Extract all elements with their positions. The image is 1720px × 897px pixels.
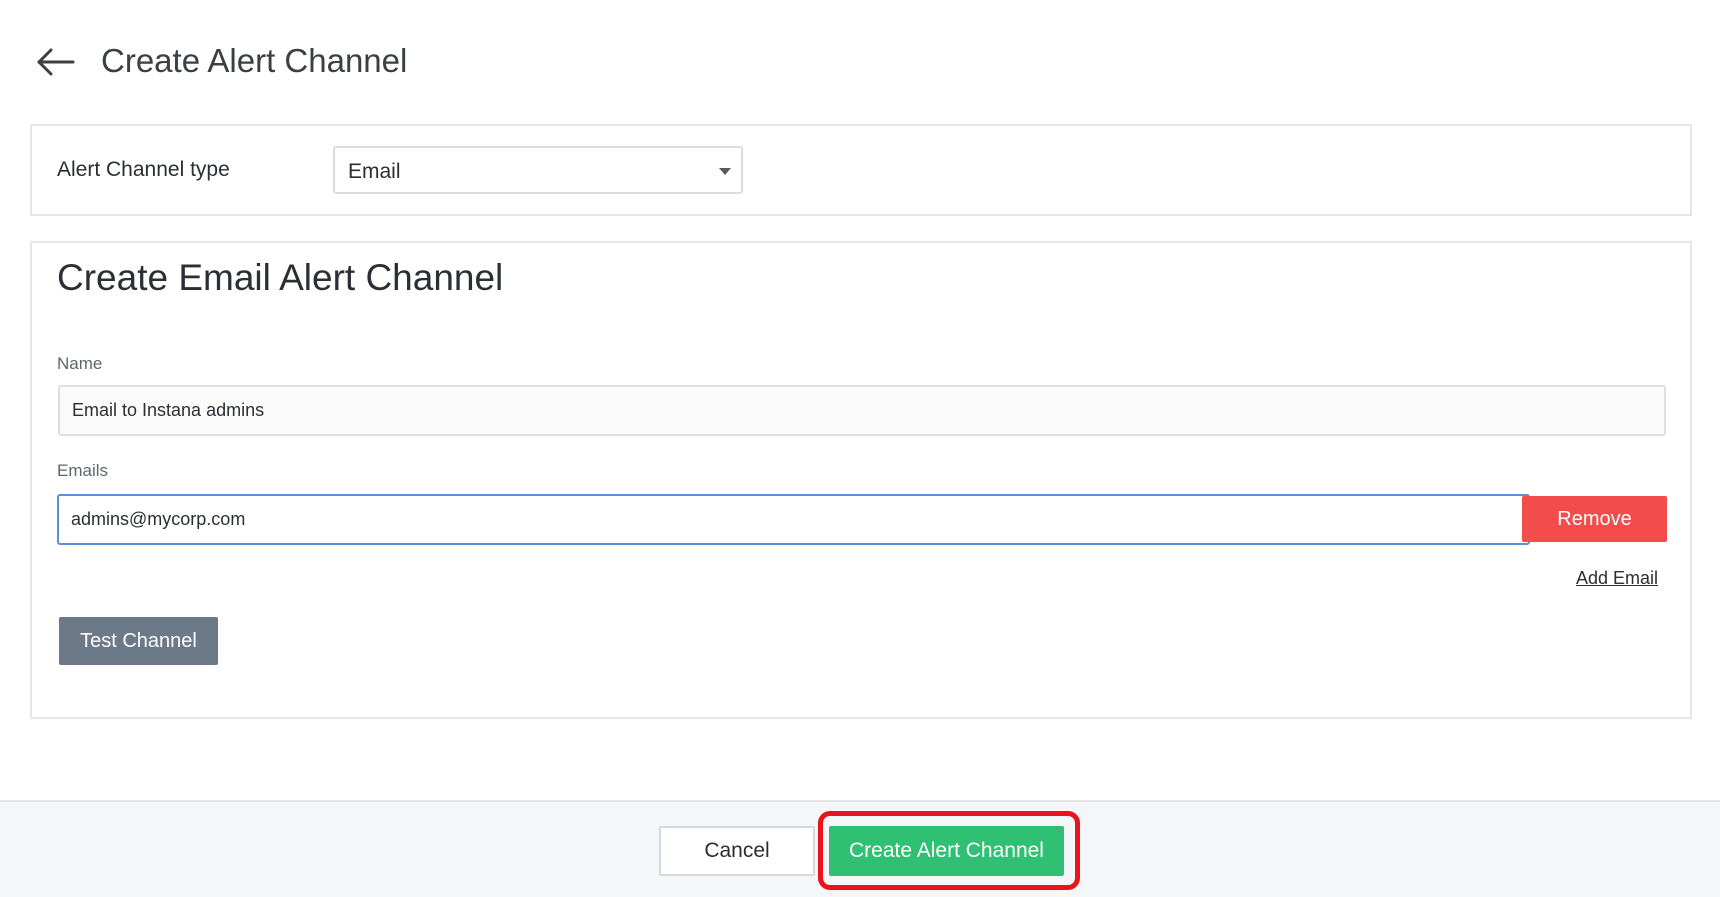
remove-email-button[interactable]: Remove <box>1522 496 1667 542</box>
name-label: Name <box>57 354 103 373</box>
add-email-link[interactable]: Add Email <box>1576 568 1658 589</box>
alert-channel-type-select[interactable]: Email <box>333 146 743 194</box>
name-input[interactable] <box>58 385 1666 436</box>
email-input[interactable] <box>57 494 1530 545</box>
create-alert-channel-button[interactable]: Create Alert Channel <box>829 826 1064 876</box>
alert-channel-type-label: Alert Channel type <box>57 158 230 181</box>
test-channel-button[interactable]: Test Channel <box>59 617 218 665</box>
alert-channel-type-value: Email <box>348 160 401 183</box>
cancel-button[interactable]: Cancel <box>659 826 815 876</box>
alert-channel-type-panel: Alert Channel type Email <box>30 124 1692 216</box>
back-button[interactable] <box>30 40 80 84</box>
footer-bar: Cancel Create Alert Channel <box>0 800 1720 897</box>
form-title: Create Email Alert Channel <box>57 257 504 298</box>
page-title: Create Alert Channel <box>101 42 408 79</box>
page-header: Create Alert Channel <box>0 0 1720 120</box>
caret-down-icon <box>719 168 731 175</box>
emails-label: Emails <box>57 461 109 480</box>
arrow-left-icon <box>37 48 75 76</box>
email-channel-form: Create Email Alert Channel Name Emails R… <box>30 241 1692 719</box>
